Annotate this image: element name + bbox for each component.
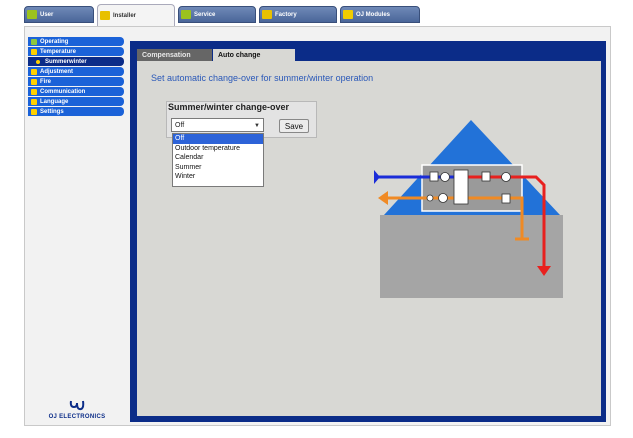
tab-factory-label: Factory [275,11,297,18]
logo-text: OJ ELECTRONICS [48,414,106,420]
tab-oj-modules[interactable]: OJ Modules [340,6,420,23]
communication-icon [31,88,37,95]
exhaust-air-arrow-icon [378,191,388,205]
sidebar-item-label: Settings [40,108,64,115]
extract-filter-icon [501,193,511,204]
user-icon [27,10,37,19]
tab-installer-label: Installer [113,12,137,19]
changeover-select[interactable]: Off ▼ [171,118,264,132]
sidebar-item-adjustment[interactable]: Adjustment [28,67,124,76]
oj-logo-icon [69,400,85,411]
fire-icon [31,78,37,85]
save-button[interactable]: Save [279,119,309,133]
filter-icon [429,171,439,182]
operating-icon [31,38,37,45]
sidebar-item-summerwinter[interactable]: Summerwinter [28,57,124,66]
changeover-selected-value: Off [175,121,185,129]
sidebar-item-label: Operating [40,38,69,45]
tab-auto-change[interactable]: Auto change [213,49,295,61]
sidebar-item-label: Language [40,98,69,105]
page-heading: Set automatic change-over for summer/win… [151,73,374,83]
sidebar-item-label: Temperature [40,48,76,55]
option-winter[interactable]: Winter [173,172,263,182]
tab-factory[interactable]: Factory [259,6,337,23]
adjustment-icon [31,68,37,75]
option-calendar[interactable]: Calendar [173,153,263,163]
tab-user-label: User [40,11,54,18]
factory-icon [262,10,272,19]
installer-icon [100,11,110,20]
chevron-down-icon: ▼ [254,123,260,129]
oj-electronics-logo: OJ ELECTRONICS [32,398,122,420]
house-wall [380,215,563,298]
damper-icon [426,194,434,202]
folder-icon [31,108,37,115]
logo-mark [32,398,122,414]
sidebar-menu: Operating Temperature Summerwinter Adjus… [28,37,124,117]
sidebar-item-temperature[interactable]: Temperature [28,47,124,56]
sidebar-item-operating[interactable]: Operating [28,37,124,46]
option-off[interactable]: Off [173,134,263,144]
tab-compensation[interactable]: Compensation [137,49,212,61]
option-summer[interactable]: Summer [173,163,263,173]
sidebar-item-label: Adjustment [40,68,73,75]
sidebar-item-label: Communication [40,88,86,95]
heat-exchanger-icon [453,169,469,205]
outdoor-air-marker-icon [374,170,380,184]
heater-icon [481,171,491,182]
sidebar-item-language[interactable]: Language [28,97,124,106]
sidebar-item-settings[interactable]: Settings [28,107,124,116]
bullet-icon [36,59,40,64]
language-icon [31,98,37,105]
modules-icon [343,10,353,19]
supply-fan-icon [501,172,511,182]
sidebar-item-label: Fire [40,78,52,85]
top-tab-bar: User Installer Service Factory OJ Module… [24,0,624,26]
thermometer-icon [31,48,37,55]
tab-service-label: Service [194,11,216,18]
tab-service[interactable]: Service [178,6,256,23]
sidebar-item-communication[interactable]: Communication [28,87,124,96]
changeover-dropdown-list: Off Outdoor temperature Calendar Summer … [172,133,264,187]
service-icon [181,10,191,19]
sidebar-item-fire[interactable]: Fire [28,77,124,86]
ventilation-house-illustration [374,120,563,298]
fan-icon [440,172,450,182]
extract-fan-icon [438,193,448,203]
tab-user[interactable]: User [24,6,94,23]
changeover-title: Summer/winter change-over [168,102,290,112]
sidebar-item-label: Summerwinter [45,58,87,65]
tab-installer[interactable]: Installer [97,4,175,26]
option-outdoor-temperature[interactable]: Outdoor temperature [173,144,263,154]
tab-oj-modules-label: OJ Modules [356,11,391,18]
